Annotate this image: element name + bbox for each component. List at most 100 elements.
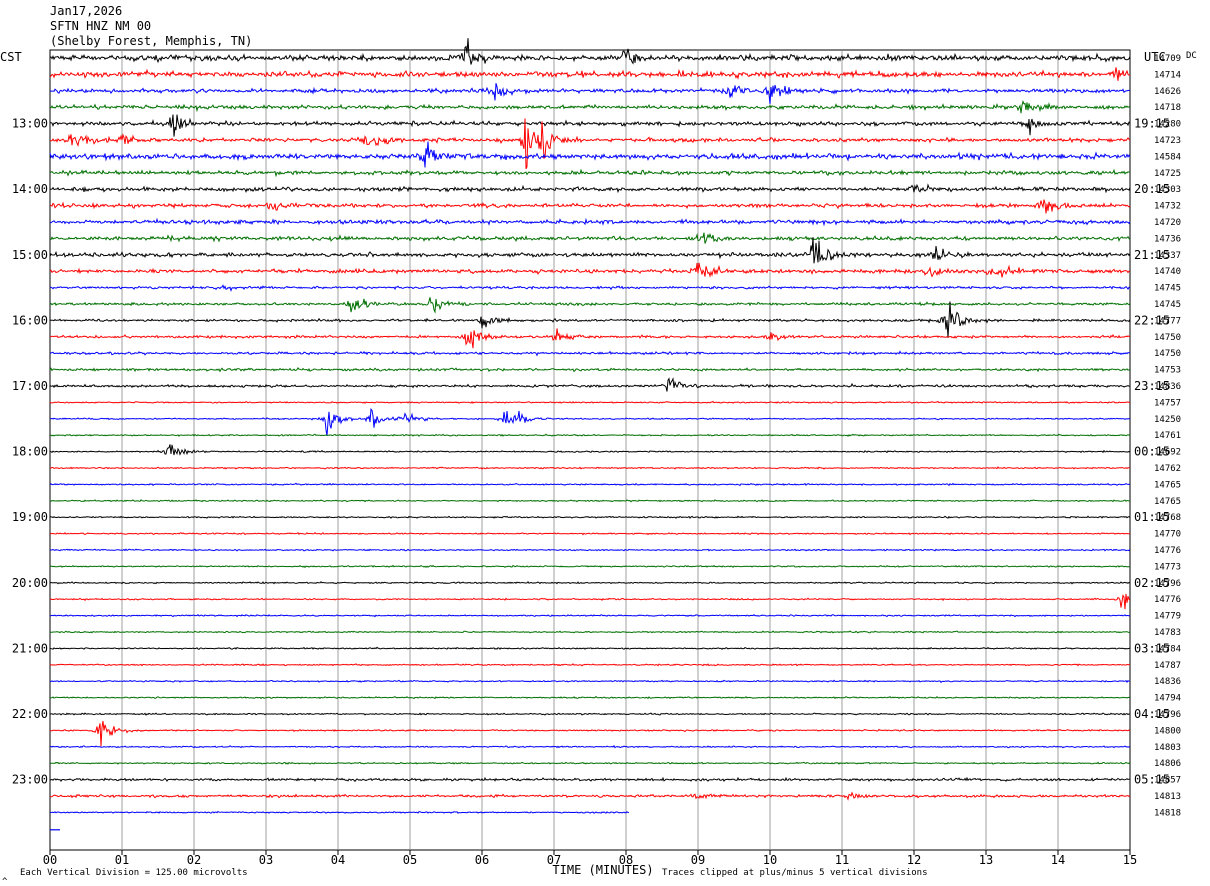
dc-offset-label: 14250 xyxy=(1154,415,1181,425)
utc-hour-label: 21:15 xyxy=(1134,248,1170,262)
cst-hour-label: 13:00 xyxy=(12,117,48,131)
trace-row xyxy=(49,232,1131,244)
dc-offset-label: 14773 xyxy=(1154,562,1181,572)
trace-row xyxy=(49,499,1131,503)
x-axis-title: TIME (MINUTES) xyxy=(552,863,653,877)
cst-hour-label: 18:00 xyxy=(12,445,48,459)
trace-row xyxy=(49,482,1131,487)
dc-offset-label: 14806 xyxy=(1154,759,1181,769)
x-tick-label: 05 xyxy=(403,853,417,867)
dc-offset-label: 14776 xyxy=(1154,595,1181,605)
helicorder-plot: 00 01 02 03 04 05 06 07 08 09 10 11 12 13 14 1514709147… xyxy=(0,38,1197,886)
x-tick-label: 02 xyxy=(187,853,201,867)
trace-row xyxy=(49,83,1131,105)
trace-row xyxy=(49,237,1131,264)
dc-offset-label: 14787 xyxy=(1154,661,1181,671)
trace-row xyxy=(49,141,1131,168)
x-tick-label: 11 xyxy=(835,853,849,867)
x-tick-label: 06 xyxy=(475,853,489,867)
x-tick-label: 00 xyxy=(43,853,57,867)
cst-hour-label: 19:00 xyxy=(12,510,48,524)
dc-offset-label: 14626 xyxy=(1154,87,1181,97)
trace-row xyxy=(49,548,1131,552)
utc-hour-label: 23:15 xyxy=(1134,379,1170,393)
corner-mark: ^ xyxy=(2,877,8,886)
x-tick-label: 01 xyxy=(115,853,129,867)
trace-row xyxy=(49,118,1131,170)
trace-row xyxy=(50,744,1131,749)
utc-hour-label: 04:15 xyxy=(1134,707,1170,721)
utc-hour-label: 20:15 xyxy=(1134,182,1170,196)
dc-offset-label: 14818 xyxy=(1154,808,1181,818)
trace-row xyxy=(49,433,1131,437)
cst-label: CST xyxy=(0,50,22,64)
cst-hour-label: 22:00 xyxy=(12,707,48,721)
dc-offset-label: 14745 xyxy=(1154,284,1181,294)
utc-hour-label: 01:15 xyxy=(1134,510,1170,524)
trace-row xyxy=(49,532,1131,536)
x-tick-label: 14 xyxy=(1051,853,1065,867)
clip-note: Traces clipped at plus/minus 5 vertical … xyxy=(662,868,928,878)
dc-offset-label: 14800 xyxy=(1154,726,1181,736)
trace-row xyxy=(49,38,1131,65)
x-tick-label: 04 xyxy=(331,853,345,867)
x-tick-label: 12 xyxy=(907,853,921,867)
trace-row xyxy=(49,350,1131,357)
trace-row xyxy=(49,444,1131,456)
trace-row xyxy=(49,593,1131,610)
seismogram-traces xyxy=(49,38,1131,831)
dc-offset-label: 14750 xyxy=(1154,349,1181,359)
dc-offset-label: 14736 xyxy=(1154,234,1181,244)
cst-hour-label: 17:00 xyxy=(12,379,48,393)
x-tick-label: 15 xyxy=(1123,853,1137,867)
dc-offset-label: 14836 xyxy=(1154,677,1181,687)
trace-row xyxy=(49,630,1131,634)
cst-hour-label: 23:00 xyxy=(12,773,48,787)
trace-row xyxy=(49,99,1131,114)
dc-offset-label: 14770 xyxy=(1154,530,1181,540)
trace-row xyxy=(49,262,1131,278)
cst-hour-label: 16:00 xyxy=(12,313,48,327)
trace-row xyxy=(49,695,1131,700)
trace-row xyxy=(49,646,1131,651)
dc-label: DC xyxy=(1186,51,1197,61)
trace-row xyxy=(49,367,1131,373)
trace-row xyxy=(49,580,1131,585)
dc-offset-label: 14714 xyxy=(1154,70,1181,80)
trace-row xyxy=(49,720,1131,747)
trace-row xyxy=(49,297,1131,314)
trace-row xyxy=(49,712,1131,716)
trace-row xyxy=(49,168,1130,178)
trace-row xyxy=(49,217,1131,227)
dc-offset-label: 14740 xyxy=(1154,267,1181,277)
utc-hour-label: 19:15 xyxy=(1134,117,1170,131)
trace-row xyxy=(49,515,1131,519)
trace-row xyxy=(49,114,1131,137)
dc-offset-label: 14750 xyxy=(1154,333,1181,343)
cst-hour-label: 21:00 xyxy=(12,641,48,655)
trace-row xyxy=(49,400,1131,404)
dc-offset-label: 14762 xyxy=(1154,464,1181,474)
trace-row xyxy=(49,284,1131,293)
dc-offset-label: 14765 xyxy=(1154,480,1181,490)
dc-offset-label: 14732 xyxy=(1154,202,1181,212)
trace-row xyxy=(49,328,1131,349)
trace-row xyxy=(49,466,1131,470)
dc-offset-label: 14757 xyxy=(1154,398,1181,408)
utc-hour-label: 22:15 xyxy=(1134,313,1170,327)
scale-note: Each Vertical Division = 125.00 microvol… xyxy=(20,868,248,878)
dc-offset-label: 14765 xyxy=(1154,497,1181,507)
cst-hour-label: 14:00 xyxy=(12,182,48,196)
trace-row xyxy=(49,408,1131,436)
x-tick-label: 13 xyxy=(979,853,993,867)
utc-hour-label: 00:15 xyxy=(1134,445,1170,459)
trace-row xyxy=(49,183,1131,194)
trace-row xyxy=(49,377,1131,392)
dc-offset-label: 14794 xyxy=(1154,694,1181,704)
dc-offset-label: 14745 xyxy=(1154,300,1181,310)
dc-offset-label: 14723 xyxy=(1154,136,1181,146)
trace-row xyxy=(49,776,1131,783)
x-tick-label: 10 xyxy=(763,853,777,867)
dc-offset-label: 14779 xyxy=(1154,612,1181,622)
dc-offset-label: 14783 xyxy=(1154,628,1181,638)
